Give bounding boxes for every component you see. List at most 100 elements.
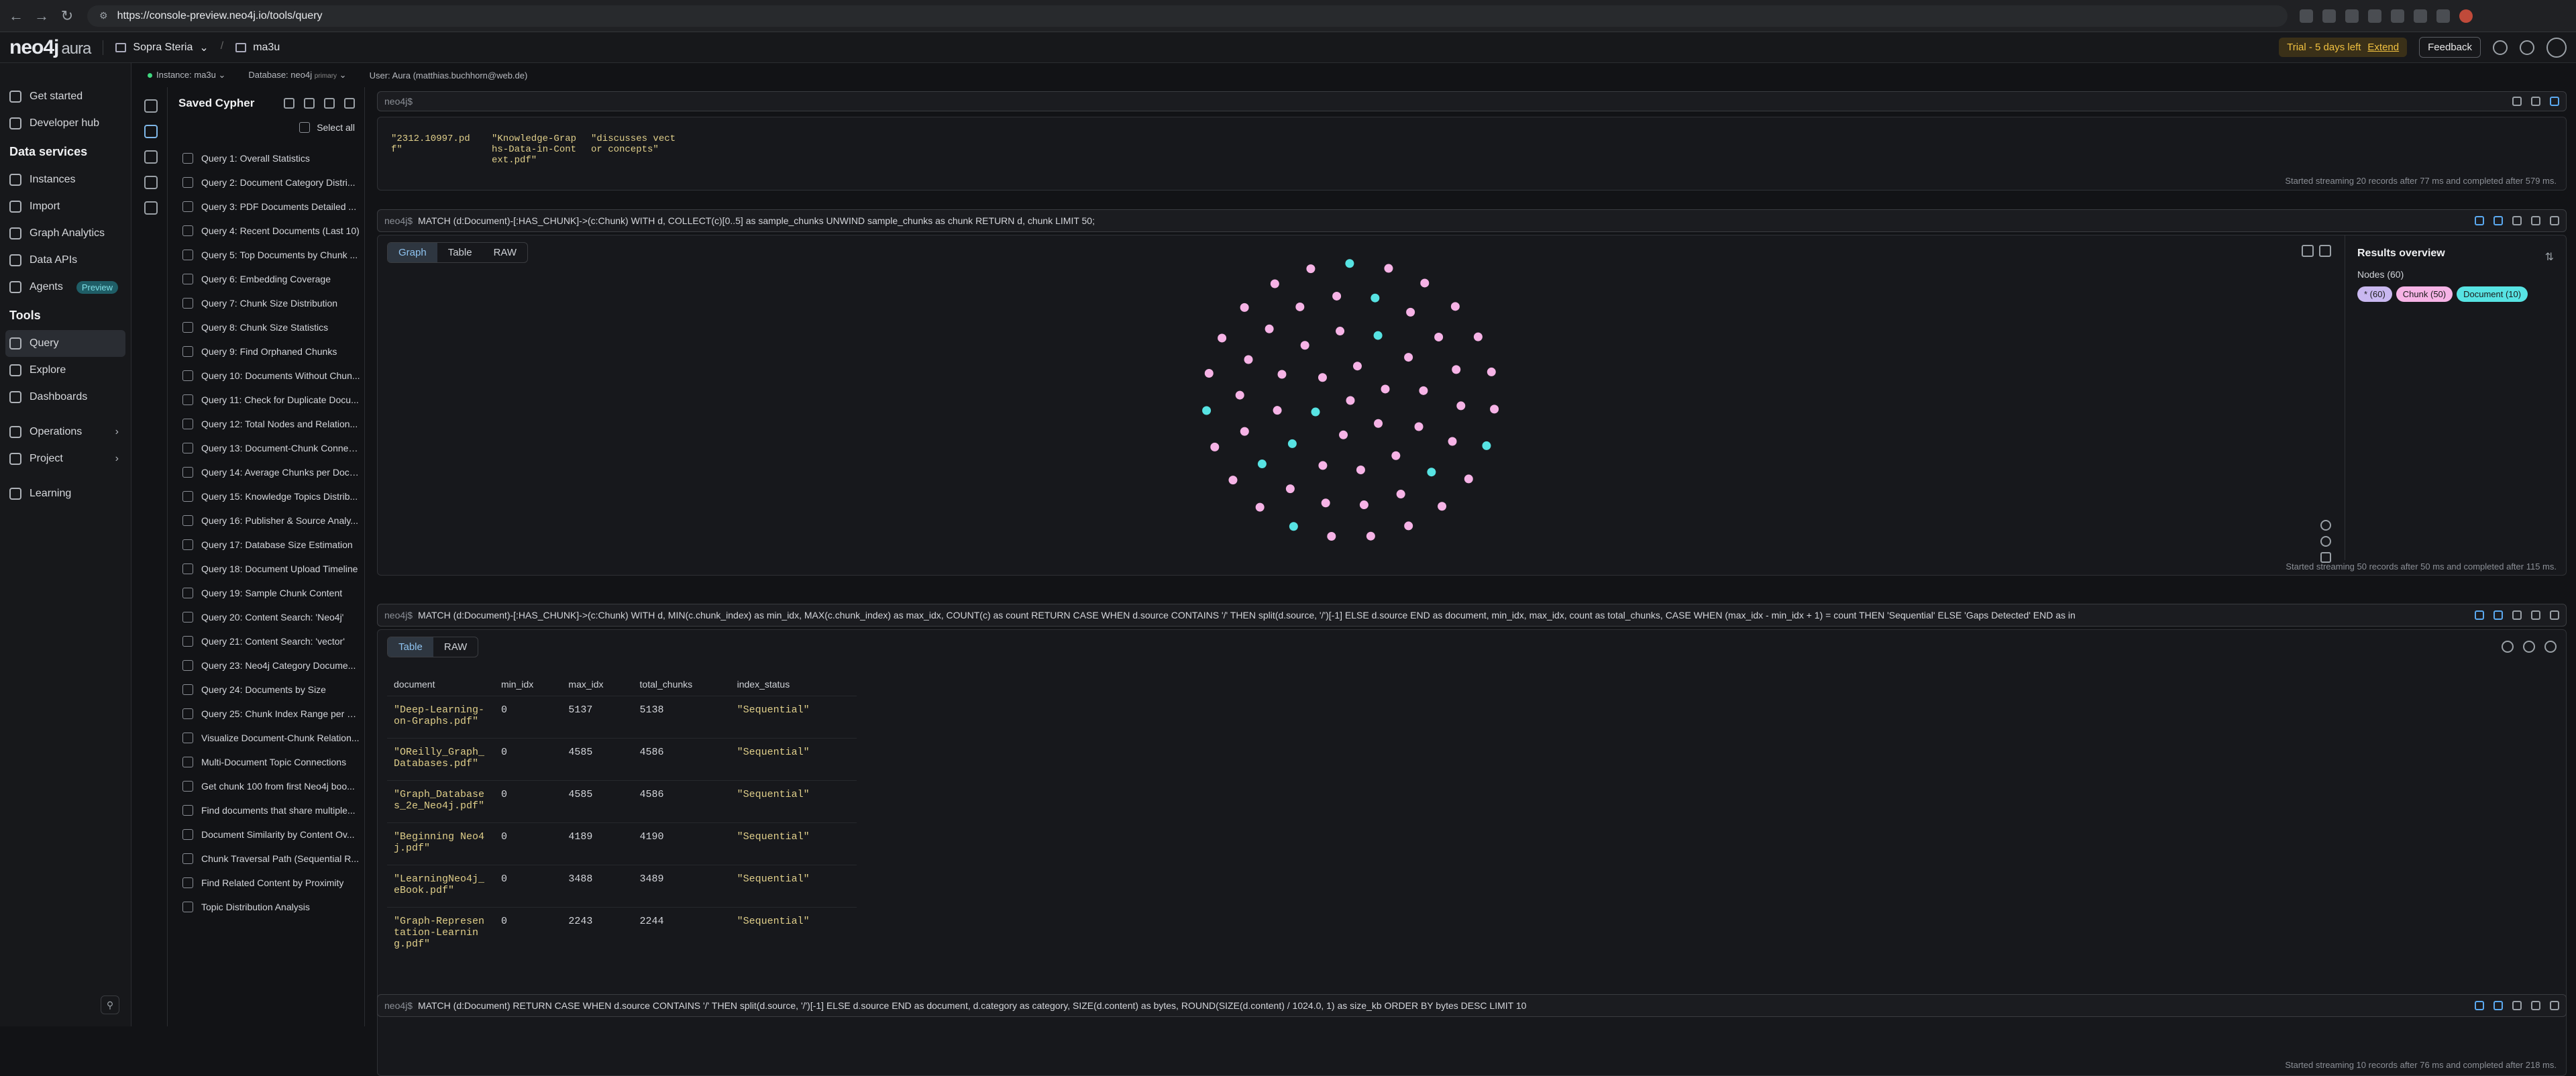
chunk-node[interactable]: [1456, 401, 1466, 411]
saved-query-item[interactable]: Query 10: Documents Without Chun...: [182, 364, 361, 388]
chunk-node[interactable]: [1318, 373, 1327, 382]
chunk-node[interactable]: [1473, 332, 1483, 341]
chunk-node[interactable]: [1204, 368, 1214, 378]
saved-query-item[interactable]: Query 7: Chunk Size Distribution: [182, 291, 361, 315]
saved-query-item[interactable]: Visualize Document-Chunk Relation...: [182, 726, 361, 750]
site-info-icon[interactable]: ⚙: [99, 10, 108, 21]
chunk-node[interactable]: [1336, 327, 1345, 336]
close-icon[interactable]: [2550, 610, 2559, 620]
nav-project[interactable]: Project ›: [0, 445, 131, 472]
chunk-node[interactable]: [1277, 370, 1287, 379]
chunk-node[interactable]: [1210, 442, 1220, 451]
nav-agents[interactable]: Agents Preview: [0, 274, 131, 301]
saved-cypher-icon[interactable]: [144, 125, 158, 138]
chunk-node[interactable]: [1420, 278, 1430, 288]
reload-icon[interactable]: ↻: [58, 7, 76, 25]
screenshot-icon[interactable]: [2302, 245, 2314, 257]
column-header[interactable]: max_idx: [561, 673, 633, 696]
saved-query-item[interactable]: Query 6: Embedding Coverage: [182, 267, 361, 291]
tab-raw[interactable]: RAW: [433, 637, 478, 657]
saved-query-item[interactable]: Query 4: Recent Documents (Last 10): [182, 219, 361, 243]
checkbox[interactable]: [182, 588, 193, 598]
collapse-icon[interactable]: [2512, 610, 2522, 620]
checkbox[interactable]: [182, 298, 193, 309]
neo4j-logo[interactable]: neo4j aura: [9, 36, 91, 59]
saved-query-item[interactable]: Query 15: Knowledge Topics Distrib...: [182, 484, 361, 508]
notifications-bell-icon[interactable]: [2493, 40, 2508, 55]
upload-icon[interactable]: [324, 98, 335, 109]
chunk-node[interactable]: [1404, 353, 1413, 362]
pin-sidebar-icon[interactable]: ⚲: [101, 996, 119, 1014]
chunk-node[interactable]: [1240, 427, 1249, 436]
chunk-node[interactable]: [1306, 264, 1316, 274]
saved-query-item[interactable]: Document Similarity by Content Ov...: [182, 822, 361, 847]
nav-data-apis[interactable]: Data APIs: [0, 247, 131, 274]
extension-icon[interactable]: [2391, 9, 2404, 23]
table-row[interactable]: "Graph-Represen tation-Learnin g.pdf" 0 22…: [387, 906, 857, 958]
table-row[interactable]: "OReilly_Graph_ Databases.pdf" 0 4585 4586 "…: [387, 737, 857, 780]
label-pill-all[interactable]: * (60): [2357, 286, 2392, 302]
rerun-icon[interactable]: [2493, 610, 2503, 620]
chunk-node[interactable]: [1332, 291, 1342, 301]
chunk-node[interactable]: [1285, 484, 1295, 494]
checkbox[interactable]: [182, 346, 193, 357]
tab-graph[interactable]: Graph: [388, 243, 437, 262]
saved-query-item[interactable]: Query 1: Overall Statistics: [182, 146, 361, 170]
checkbox[interactable]: [182, 225, 193, 236]
more-icon[interactable]: [2531, 97, 2540, 106]
database-icon[interactable]: [144, 99, 158, 113]
saved-query-item[interactable]: Query 3: PDF Documents Detailed ...: [182, 195, 361, 219]
zoom-in-icon[interactable]: [2320, 520, 2331, 531]
checkbox[interactable]: [182, 636, 193, 647]
chunk-node[interactable]: [1490, 405, 1499, 414]
nav-import[interactable]: Import: [0, 193, 131, 220]
document-node[interactable]: [1373, 331, 1383, 340]
save-query-icon[interactable]: [2475, 216, 2484, 225]
chunk-node[interactable]: [1452, 365, 1461, 374]
run-icon[interactable]: [2550, 97, 2559, 106]
saved-query-item[interactable]: Query 19: Sample Chunk Content: [182, 581, 361, 605]
chunk-node[interactable]: [1374, 419, 1383, 428]
chunk-node[interactable]: [1404, 521, 1413, 531]
trash-icon[interactable]: [344, 98, 355, 109]
checkbox[interactable]: [182, 274, 193, 284]
nav-query[interactable]: Query: [5, 330, 125, 357]
extension-icon[interactable]: [2345, 9, 2359, 23]
saved-query-item[interactable]: Multi-Document Topic Connections: [182, 750, 361, 774]
column-header[interactable]: document: [387, 673, 494, 696]
chunk-node[interactable]: [1300, 341, 1309, 350]
checkbox[interactable]: [182, 877, 193, 888]
label-pill-chunk[interactable]: Chunk (50): [2396, 286, 2453, 302]
table-row[interactable]: "LearningNeo4j_ eBook.pdf" 0 3488 3489 "Sequ…: [387, 864, 857, 907]
checkbox[interactable]: [182, 419, 193, 429]
nav-dashboards[interactable]: Dashboards: [0, 384, 131, 411]
close-icon[interactable]: [2550, 216, 2559, 225]
checkbox[interactable]: [182, 539, 193, 550]
saved-query-item[interactable]: Query 11: Check for Duplicate Docu...: [182, 388, 361, 412]
chunk-node[interactable]: [1438, 502, 1447, 511]
chunk-node[interactable]: [1321, 498, 1330, 508]
columns-icon[interactable]: [2523, 641, 2535, 653]
saved-query-item[interactable]: Query 18: Document Upload Timeline: [182, 557, 361, 581]
address-bar[interactable]: ⚙ https://console-preview.neo4j.io/tools…: [87, 5, 2288, 27]
saved-query-item[interactable]: Query 23: Neo4j Category Docume...: [182, 653, 361, 678]
saved-query-item[interactable]: Query 14: Average Chunks per Docu...: [182, 460, 361, 484]
checkbox[interactable]: [182, 322, 193, 333]
saved-query-item[interactable]: Query 9: Find Orphaned Chunks: [182, 339, 361, 364]
new-folder-icon[interactable]: [284, 98, 294, 109]
chunk-node[interactable]: [1339, 430, 1348, 439]
checkbox[interactable]: [182, 733, 193, 743]
help-icon[interactable]: [2520, 40, 2534, 55]
forward-icon[interactable]: →: [32, 7, 51, 25]
saved-query-item[interactable]: Query 25: Chunk Index Range per D...: [182, 702, 361, 726]
history-icon[interactable]: [144, 150, 158, 164]
saved-query-item[interactable]: Chunk Traversal Path (Sequential R...: [182, 847, 361, 871]
tab-raw[interactable]: RAW: [483, 243, 527, 262]
rerun-icon[interactable]: [2493, 216, 2503, 225]
checkbox[interactable]: [182, 177, 193, 188]
saved-query-item[interactable]: Get chunk 100 from first Neo4j boo...: [182, 774, 361, 798]
checkbox[interactable]: [299, 122, 311, 133]
column-header[interactable]: total_chunks: [633, 673, 731, 696]
save-query-icon[interactable]: [2475, 610, 2484, 620]
chunk-node[interactable]: [1346, 396, 1355, 405]
